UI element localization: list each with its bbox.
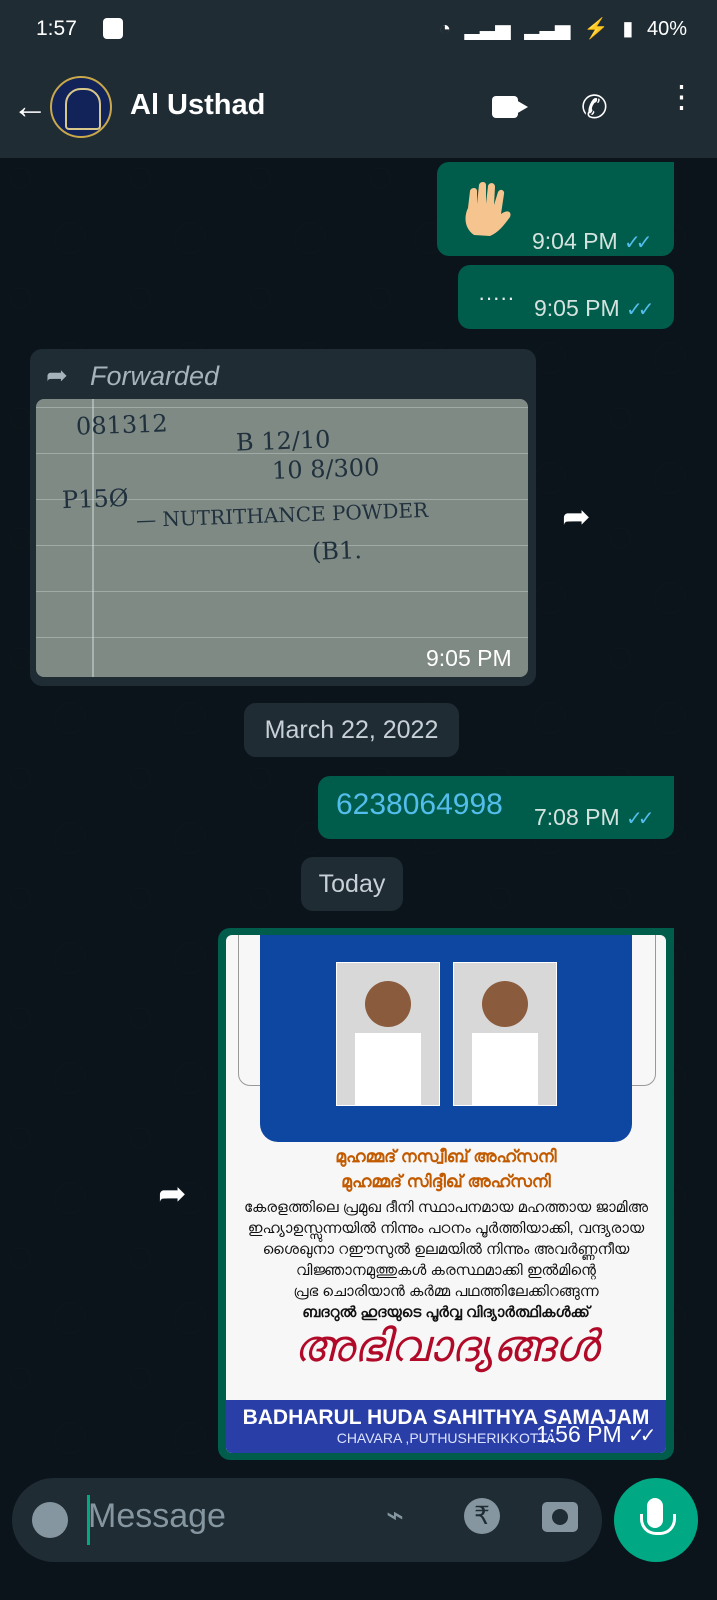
note-line: 10 8/300 [271, 453, 380, 485]
forwarded-icon: ➦ [46, 360, 68, 390]
wifi-icon: ◔ [438, 18, 451, 40]
message-time: 9:05 PM [534, 295, 620, 321]
poster-name-2: മുഹമ്മദ് സിദ്ദീഖ് അഹ്സനി [341, 1172, 551, 1191]
battery-icon: ▮ [622, 18, 634, 40]
message-composer[interactable]: Message ⌁ ₹ [12, 1478, 602, 1562]
signal-icon: ▂▃▅ [464, 18, 511, 40]
poster-script-title: അഭിവാദ്യങ്ങൾ [293, 1321, 599, 1372]
signal-icon-2: ▂▃▅ [524, 18, 571, 40]
video-call-icon[interactable] [492, 96, 528, 118]
message-text: ····· [478, 285, 515, 310]
date-label: March 22, 2022 [264, 716, 439, 744]
message-bubble-dots[interactable]: ····· 9:05 PM ✓✓ [458, 265, 674, 329]
message-time: 7:08 PM [534, 804, 620, 830]
phone-call-icon[interactable]: ✆ [581, 88, 608, 126]
status-icons: ◔ ▂▃▅ ▂▃▅ ⚡ ▮ 40% [431, 16, 687, 41]
message-bubble-phone[interactable]: 6238064998 7:08 PM ✓✓ [318, 776, 674, 839]
message-time: 9:05 PM [426, 645, 512, 671]
message-time: 9:04 PM [532, 228, 618, 254]
share-icon[interactable]: ➦ [562, 497, 591, 537]
voice-message-button[interactable] [614, 1478, 698, 1562]
read-ticks-icon: ✓✓ [628, 1425, 656, 1447]
note-line: 081312 [75, 409, 169, 441]
poster-body-line: കേരളത്തിലെ പ്രമുഖ ദീനി സ്ഥാപനമായ മഹത്തായ… [243, 1199, 649, 1216]
note-line: (B1. [311, 536, 363, 566]
emoji-icon[interactable] [32, 1502, 68, 1538]
portrait-photo [336, 962, 440, 1106]
back-arrow-icon[interactable]: ← [12, 86, 48, 126]
poster-blue-panel [260, 935, 632, 1142]
poster-body-line: വിജ്ഞാനമുത്തുകൾ കരസ്ഥമാക്കി ഇൽമിന്റെ [296, 1262, 596, 1279]
note-line: P15Ø [61, 483, 129, 515]
handwritten-note-image[interactable]: 081312 B 12/10 10 8/300 P15Ø — NUTRITHAN… [36, 399, 528, 677]
charging-icon: ⚡ [583, 18, 609, 40]
camera-icon[interactable] [542, 1502, 578, 1532]
poster-image[interactable]: മുഹമ്മദ് നസ്വീബ് അഹ്സനി മുഹമ്മദ് സിദ്ദീഖ… [226, 935, 666, 1453]
status-bar: 1:57 ◔ ▂▃▅ ▂▃▅ ⚡ ▮ 40% [0, 0, 717, 60]
phone-number-link[interactable]: 6238064998 [336, 788, 503, 822]
poster-body-line: പ്രഭ ചൊരിയാൻ കർമ്മ പഥത്തിലേക്കിറങ്ങുന്ന [293, 1283, 599, 1300]
poster-body-line: ബദറുൽ ഹുദയുടെ പൂർവ്വ വിദ്യാർത്ഥികൾക്ക് [302, 1304, 590, 1321]
attachment-icon[interactable]: ⌁ [386, 1498, 404, 1533]
date-separator: Today [301, 857, 403, 911]
payment-icon[interactable]: ₹ [464, 1498, 500, 1534]
message-time: 1:56 PM [536, 1421, 622, 1447]
mic-icon [647, 1498, 663, 1528]
forwarded-label: Forwarded [90, 361, 220, 391]
share-icon[interactable]: ➦ [158, 1174, 187, 1214]
read-ticks-icon: ✓✓ [624, 232, 652, 254]
read-ticks-icon: ✓✓ [626, 299, 654, 321]
chat-header: ← Al Usthad ✆ ⋮ [0, 60, 717, 158]
poster-name-1: മുഹമ്മദ് നസ്വീബ് അഹ്സനി [335, 1147, 557, 1166]
poster-body-line: ഇഹ്യാഉസ്സുന്നയിൽ നിന്നും പഠനം പൂർത്തിയാക… [247, 1220, 645, 1237]
contact-name[interactable]: Al Usthad [130, 89, 265, 122]
message-input[interactable]: Message [88, 1497, 226, 1536]
date-separator: March 22, 2022 [244, 703, 459, 757]
more-options-icon[interactable]: ⋮ [666, 81, 697, 112]
portrait-photo [453, 962, 557, 1106]
avatar[interactable] [50, 76, 112, 138]
date-label: Today [318, 870, 386, 898]
battery-percent: 40% [646, 18, 687, 40]
notification-icon [103, 18, 123, 39]
poster-body-line: ശൈഖുനാ റഈസുൽ ഉലമയിൽ നിന്നും അവർണ്ണനീയ [262, 1241, 630, 1258]
note-line: B 12/10 [235, 425, 331, 457]
read-ticks-icon: ✓✓ [626, 808, 654, 830]
status-time: 1:57 [36, 17, 77, 40]
note-line: — NUTRITHANCE POWDER [135, 497, 429, 533]
